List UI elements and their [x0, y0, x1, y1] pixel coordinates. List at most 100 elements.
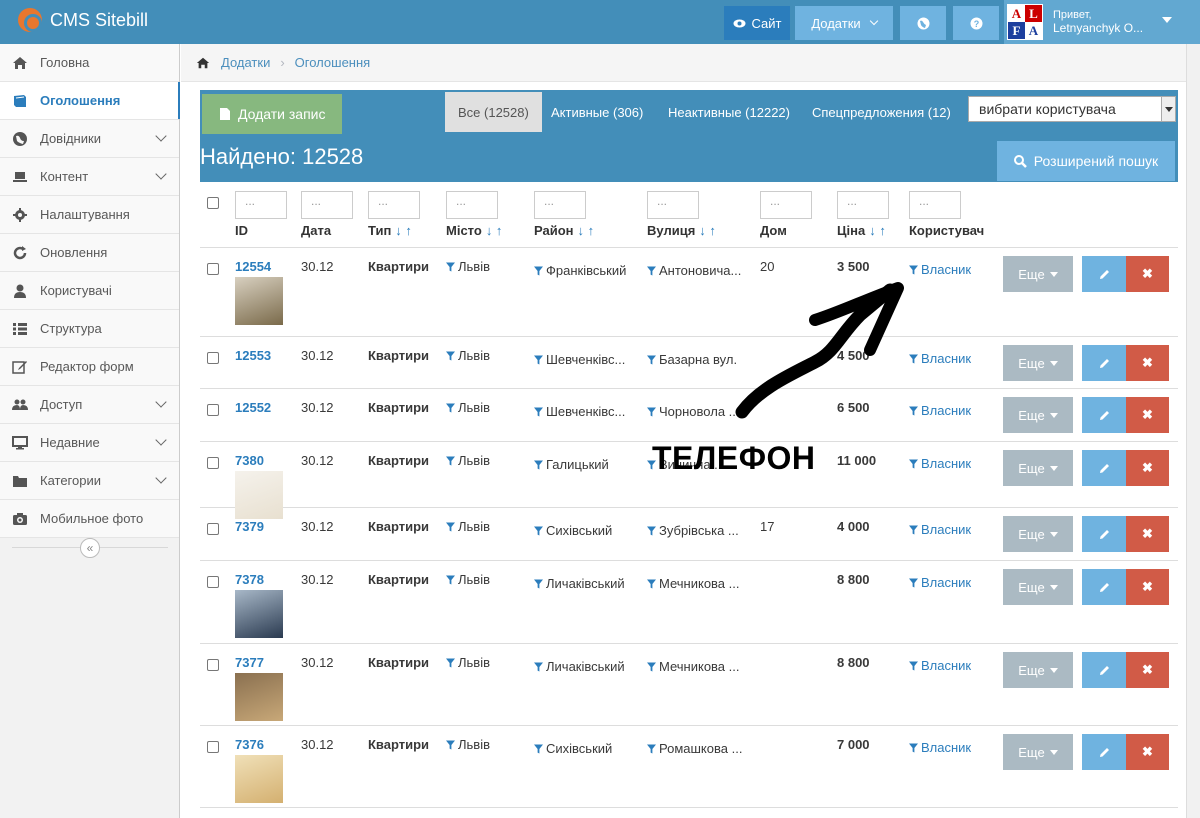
row-checkbox[interactable] — [207, 523, 219, 535]
filter-house-input[interactable]: ... — [760, 191, 812, 219]
listing-user[interactable]: Власник — [909, 658, 971, 673]
sidebar-item-content[interactable]: Контент — [0, 158, 179, 196]
more-actions-button[interactable]: Еще — [1003, 256, 1073, 292]
sort-arrows-icon[interactable]: ↓ ↑ — [486, 223, 503, 238]
filter-icon[interactable] — [446, 575, 455, 585]
filter-icon[interactable] — [534, 266, 543, 276]
filter-icon[interactable] — [534, 579, 543, 589]
sidebar-item-users[interactable]: Користувачі — [0, 272, 179, 310]
more-actions-button[interactable]: Еще — [1003, 734, 1073, 770]
column-header-street[interactable]: Вулиця ↓ ↑ — [647, 223, 716, 238]
filter-icon[interactable] — [534, 662, 543, 672]
filter-icon[interactable] — [647, 526, 656, 536]
row-checkbox[interactable] — [207, 741, 219, 753]
delete-button[interactable]: ✖ — [1126, 450, 1169, 486]
filter-icon[interactable] — [534, 526, 543, 536]
filter-city-input[interactable]: ... — [446, 191, 498, 219]
filter-date-input[interactable]: ... — [301, 191, 353, 219]
filter-street-input[interactable]: ... — [647, 191, 699, 219]
sidebar-item-recent[interactable]: Недавние — [0, 424, 179, 462]
listing-user[interactable]: Власник — [909, 575, 971, 590]
filter-icon[interactable] — [534, 744, 543, 754]
column-header-id[interactable]: ID — [235, 223, 248, 238]
listing-id-link[interactable]: 7378 — [235, 572, 264, 587]
listing-photo[interactable] — [235, 755, 283, 803]
delete-button[interactable]: ✖ — [1126, 652, 1169, 688]
edit-button[interactable] — [1082, 345, 1126, 381]
more-actions-button[interactable]: Еще — [1003, 397, 1073, 433]
filter-icon[interactable] — [446, 658, 455, 668]
filter-icon[interactable] — [647, 407, 656, 417]
tab-all[interactable]: Все (12528) — [445, 92, 542, 132]
user-menu[interactable]: A L F A Привет, Letnyanchyk O... — [1004, 0, 1200, 44]
advanced-search-button[interactable]: Розширений пошук — [997, 141, 1175, 181]
delete-button[interactable]: ✖ — [1126, 734, 1169, 770]
tab-active[interactable]: Активные (306) — [538, 92, 656, 132]
sidebar-item-updates[interactable]: Оновлення — [0, 234, 179, 272]
column-header-date[interactable]: Дата — [301, 223, 331, 238]
row-checkbox[interactable] — [207, 659, 219, 671]
breadcrumb-addons-link[interactable]: Додатки — [221, 55, 270, 70]
listing-id-link[interactable]: 12553 — [235, 348, 271, 363]
column-header-house[interactable]: Дом — [760, 223, 787, 238]
more-actions-button[interactable]: Еще — [1003, 516, 1073, 552]
filter-icon[interactable] — [446, 262, 455, 272]
filter-icon[interactable] — [446, 522, 455, 532]
edit-button[interactable] — [1082, 652, 1126, 688]
delete-button[interactable]: ✖ — [1126, 256, 1169, 292]
page-scrollbar[interactable] — [1186, 44, 1200, 818]
tab-special-offers[interactable]: Спецпредложения (12) — [799, 92, 964, 132]
filter-icon[interactable] — [446, 456, 455, 466]
listing-user[interactable]: Власник — [909, 456, 971, 471]
edit-button[interactable] — [1082, 569, 1126, 605]
filter-district-input[interactable]: ... — [534, 191, 586, 219]
listing-id-link[interactable]: 7376 — [235, 737, 264, 752]
column-header-city[interactable]: Місто ↓ ↑ — [446, 223, 502, 238]
filter-type-input[interactable]: ... — [368, 191, 420, 219]
filter-icon[interactable] — [909, 525, 918, 535]
filter-icon[interactable] — [647, 355, 656, 365]
edit-button[interactable] — [1082, 734, 1126, 770]
filter-icon[interactable] — [446, 403, 455, 413]
filter-icon[interactable] — [534, 407, 543, 417]
addons-menu-button[interactable]: Додатки — [795, 6, 893, 40]
add-record-button[interactable]: Додати запис — [202, 94, 342, 134]
filter-icon[interactable] — [909, 661, 918, 671]
listing-id-link[interactable]: 7379 — [235, 519, 264, 534]
tab-inactive[interactable]: Неактивные (12222) — [655, 92, 803, 132]
filter-icon[interactable] — [647, 662, 656, 672]
filter-icon[interactable] — [534, 355, 543, 365]
row-checkbox[interactable] — [207, 457, 219, 469]
row-checkbox[interactable] — [207, 576, 219, 588]
listing-user[interactable]: Власник — [909, 740, 971, 755]
user-filter-select[interactable]: вибрати користувача — [968, 96, 1176, 122]
listing-photo[interactable] — [235, 673, 283, 721]
column-header-district[interactable]: Район ↓ ↑ — [534, 223, 594, 238]
sort-arrows-icon[interactable]: ↓ ↑ — [578, 223, 595, 238]
language-button[interactable] — [900, 6, 946, 40]
sidebar-item-categories[interactable]: Категории — [0, 462, 179, 500]
filter-price-input[interactable]: ... — [837, 191, 889, 219]
sidebar-item-home[interactable]: Головна — [0, 44, 179, 82]
help-button[interactable]: ? — [953, 6, 999, 40]
column-header-price[interactable]: Ціна ↓ ↑ — [837, 223, 886, 238]
sidebar-item-access[interactable]: Доступ — [0, 386, 179, 424]
filter-icon[interactable] — [446, 740, 455, 750]
filter-user-input[interactable]: ... — [909, 191, 961, 219]
sort-arrows-icon[interactable]: ↓ ↑ — [699, 223, 716, 238]
more-actions-button[interactable]: Еще — [1003, 345, 1073, 381]
column-header-user[interactable]: Користувач — [909, 223, 984, 238]
collapse-sidebar-button[interactable]: « — [80, 538, 100, 558]
sort-arrows-icon[interactable]: ↓ ↑ — [869, 223, 886, 238]
row-checkbox[interactable] — [207, 404, 219, 416]
delete-button[interactable]: ✖ — [1126, 345, 1169, 381]
listing-id-link[interactable]: 12554 — [235, 259, 271, 274]
listing-id-link[interactable]: 12552 — [235, 400, 271, 415]
filter-icon[interactable] — [446, 351, 455, 361]
filter-icon[interactable] — [647, 266, 656, 276]
edit-button[interactable] — [1082, 256, 1126, 292]
delete-button[interactable]: ✖ — [1126, 397, 1169, 433]
filter-icon[interactable] — [909, 578, 918, 588]
sort-arrows-icon[interactable]: ↓ ↑ — [395, 223, 412, 238]
filter-icon[interactable] — [909, 459, 918, 469]
